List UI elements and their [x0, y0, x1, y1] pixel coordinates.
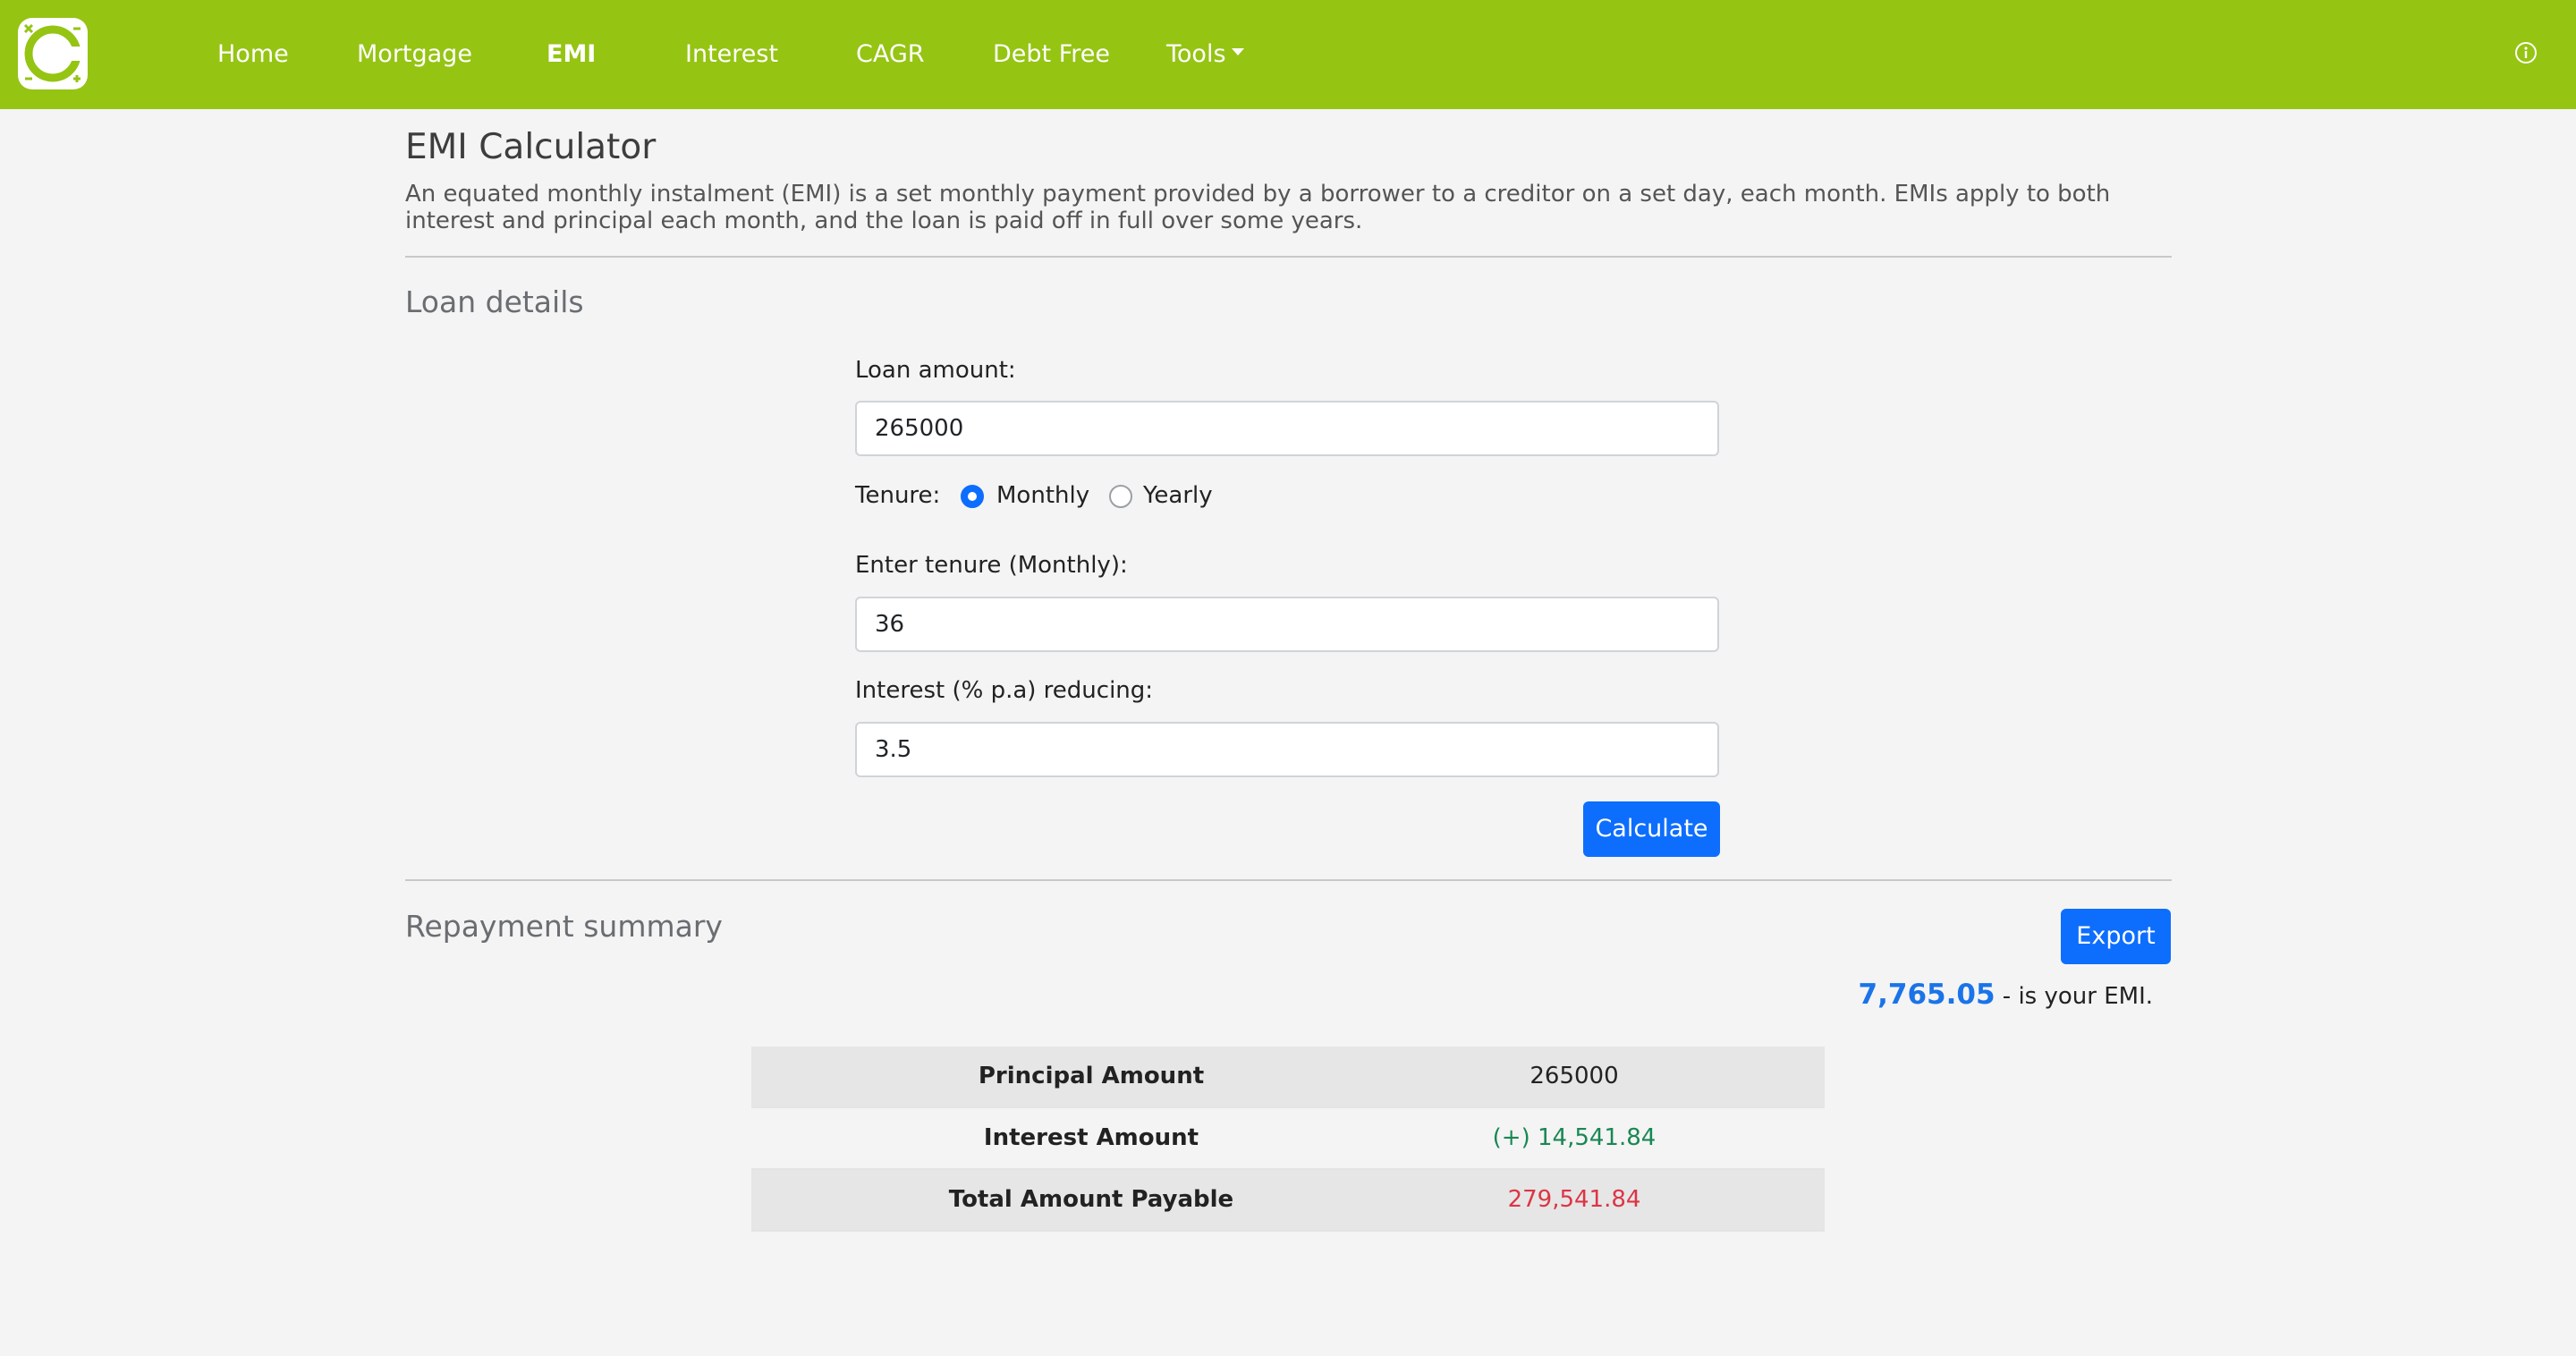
table-row: Principal Amount 265000 [751, 1047, 1825, 1108]
page-title: EMI Calculator [405, 127, 657, 167]
divider [405, 256, 2172, 258]
interest-rate-input[interactable] [855, 722, 1719, 777]
nav-emi[interactable]: EMI [547, 0, 596, 109]
summary-table: Principal Amount 265000 Interest Amount … [751, 1047, 1825, 1232]
interest-amount-value: (+) 14,541.84 [1492, 1124, 1657, 1151]
emi-value: 7,765.05 [1858, 979, 1996, 1011]
tenure-yearly-label[interactable]: Yearly [1143, 482, 1213, 509]
calculate-button[interactable]: Calculate [1583, 801, 1720, 857]
interest-rate-label: Interest (% p.a) reducing: [855, 677, 1154, 704]
nav-cagr[interactable]: CAGR [856, 0, 925, 109]
nav-mortgage[interactable]: Mortgage [357, 0, 472, 109]
calculator-logo[interactable] [18, 18, 88, 89]
nav-tools-dropdown[interactable]: Tools [1166, 0, 1244, 109]
repayment-summary-heading: Repayment summary [405, 909, 723, 944]
tenure-input-label: Enter tenure (Monthly): [855, 552, 1128, 579]
top-navbar: Home Mortgage EMI Interest CAGR Debt Fre… [0, 0, 2576, 109]
nav-debt-free[interactable]: Debt Free [993, 0, 1110, 109]
nav-interest[interactable]: Interest [685, 0, 778, 109]
page-description: An equated monthly instalment (EMI) is a… [405, 181, 2111, 234]
loan-amount-input[interactable] [855, 401, 1719, 456]
chevron-down-icon [1231, 47, 1244, 55]
divider [405, 879, 2172, 881]
table-row: Total Amount Payable 279,541.84 [751, 1170, 1825, 1232]
total-payable-value: 279,541.84 [1507, 1186, 1641, 1213]
info-circle-icon[interactable] [2514, 41, 2538, 64]
loan-amount-label: Loan amount: [855, 357, 1016, 384]
emi-result: 7,765.05 - is your EMI. [1859, 979, 2153, 1011]
nav-tools-label: Tools [1166, 40, 1226, 68]
table-row: Interest Amount (+) 14,541.84 [751, 1108, 1825, 1170]
nav-home[interactable]: Home [217, 0, 289, 109]
loan-details-heading: Loan details [405, 284, 584, 319]
tenure-monthly-label[interactable]: Monthly [996, 482, 1089, 509]
tenure-monthly-radio[interactable] [961, 485, 984, 508]
principal-amount-value: 265000 [1530, 1063, 1619, 1089]
tenure-input[interactable] [855, 597, 1719, 652]
tenure-label: Tenure: [855, 482, 941, 509]
tenure-yearly-radio[interactable] [1109, 485, 1132, 508]
export-button[interactable]: Export [2061, 909, 2171, 964]
emi-suffix: - is your EMI. [1995, 983, 2153, 1010]
